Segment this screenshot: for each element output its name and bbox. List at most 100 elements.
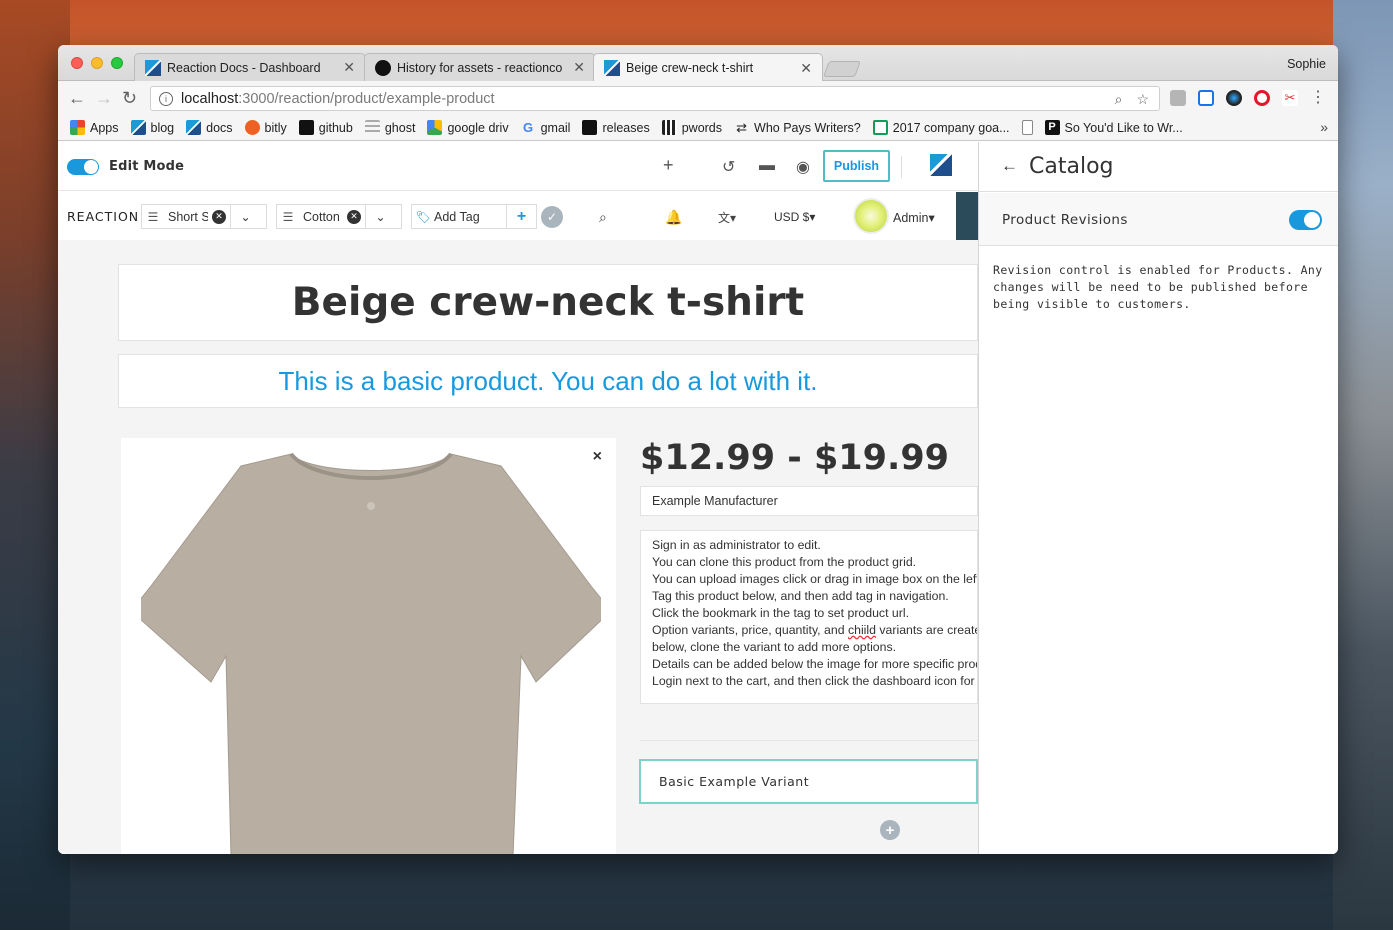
vendor-field[interactable]: Example Manufacturer bbox=[640, 486, 978, 516]
pwords-icon bbox=[661, 120, 677, 135]
screenshot-extension-icon[interactable] bbox=[1198, 90, 1214, 106]
scissors-extension-icon[interactable]: ✂ bbox=[1282, 90, 1298, 106]
ghost-icon bbox=[364, 120, 380, 135]
product-title[interactable]: Beige crew-neck t-shirt bbox=[118, 264, 978, 341]
bookmark-label: ghost bbox=[384, 120, 416, 135]
new-tab-button[interactable] bbox=[823, 61, 861, 77]
product-image-tshirt bbox=[141, 452, 601, 854]
zoom-window-button[interactable] bbox=[111, 57, 123, 69]
bookmark-releases[interactable]: releases bbox=[582, 120, 650, 135]
browser-window: Reaction Docs - Dashboard ✕ History for … bbox=[58, 45, 1338, 854]
back-arrow-icon[interactable]: ← bbox=[1001, 156, 1018, 176]
edit-mode-toggle[interactable] bbox=[67, 159, 99, 175]
confirm-check-icon[interactable]: ✓ bbox=[541, 206, 563, 228]
hamburger-icon[interactable]: ☰ bbox=[277, 210, 299, 224]
add-tag-field[interactable]: 🏷 Add Tag + bbox=[411, 204, 537, 229]
notifications-bell-icon[interactable]: 🔔 bbox=[665, 209, 682, 226]
bookmark-google-drive[interactable]: google driv bbox=[427, 120, 509, 135]
bookmark-label: bitly bbox=[264, 120, 287, 135]
tab-product[interactable]: Beige crew-neck t-shirt ✕ bbox=[593, 53, 823, 82]
close-icon[interactable]: ✕ bbox=[343, 59, 355, 76]
url-host: localhost bbox=[181, 90, 239, 107]
avatar[interactable] bbox=[853, 198, 889, 234]
bookmark-github[interactable]: github bbox=[298, 120, 353, 135]
remove-image-icon[interactable]: × bbox=[593, 448, 602, 466]
color-extension-icon[interactable] bbox=[1226, 90, 1242, 106]
archive-icon[interactable]: ▬ bbox=[759, 157, 775, 175]
bookmark-so-youd-like[interactable]: P So You'd Like to Wr... bbox=[1044, 120, 1183, 135]
reaction-icon bbox=[145, 59, 161, 76]
description-line: You can clone this product from the prod… bbox=[652, 555, 917, 569]
tag-label[interactable]: Short Sl bbox=[164, 210, 208, 224]
tab-reaction-docs[interactable]: Reaction Docs - Dashboard ✕ bbox=[134, 53, 366, 81]
profile-name[interactable]: Sophie bbox=[1287, 57, 1326, 71]
product-image-gallery[interactable]: × bbox=[121, 438, 616, 854]
google-drive-icon bbox=[427, 120, 443, 135]
visibility-icon[interactable]: ◉ bbox=[796, 157, 810, 177]
bookmark-bitly[interactable]: bitly bbox=[244, 120, 287, 135]
variant-item[interactable]: Basic Example Variant bbox=[639, 759, 978, 804]
description-field[interactable]: Sign in as administrator to edit. You ca… bbox=[640, 530, 978, 704]
bookmark-ghost[interactable]: ghost bbox=[364, 120, 416, 135]
product-revisions-toggle[interactable] bbox=[1289, 210, 1322, 230]
bookmark-pwords[interactable]: pwords bbox=[661, 120, 722, 135]
publish-button[interactable]: Publish bbox=[823, 150, 890, 182]
panel-header: ← Catalog bbox=[979, 142, 1338, 192]
bookmark-page[interactable] bbox=[1021, 120, 1033, 135]
sheets-icon bbox=[872, 120, 888, 135]
forward-arrow-icon[interactable]: → bbox=[95, 88, 113, 109]
cart-button[interactable] bbox=[956, 192, 978, 240]
main-navigation: REACTION ☰ Short Sl ✕ ⌄ ☰ Cotton ✕ ⌄ 🏷 A… bbox=[58, 192, 978, 240]
product-subtitle[interactable]: This is a basic product. You can do a lo… bbox=[118, 354, 978, 408]
reaction-logo-icon[interactable] bbox=[930, 154, 952, 176]
info-icon[interactable]: i bbox=[159, 91, 173, 106]
add-icon[interactable]: + bbox=[663, 155, 674, 176]
currency-selector[interactable]: USD $▾ bbox=[774, 210, 815, 224]
description-line: Tag this product below, and then add tag… bbox=[652, 589, 949, 603]
add-tag-plus-icon[interactable]: + bbox=[506, 205, 536, 228]
close-window-button[interactable] bbox=[71, 57, 83, 69]
bookmark-label: 2017 company goa... bbox=[892, 120, 1010, 135]
tab-github-history[interactable]: History for assets - reactionco ✕ bbox=[364, 53, 596, 81]
chevron-down-icon[interactable]: ⌄ bbox=[365, 205, 395, 228]
undo-icon[interactable]: ↺ bbox=[722, 157, 735, 177]
zoom-icon[interactable]: ⌕ bbox=[1115, 91, 1123, 108]
caret-down-icon: ▾ bbox=[809, 210, 816, 224]
bookmark-company-goals[interactable]: 2017 company goa... bbox=[872, 120, 1010, 135]
address-bar[interactable]: i localhost:3000/reaction/product/exampl… bbox=[150, 86, 1160, 111]
bookmark-who-pays-writers[interactable]: ⇄ Who Pays Writers? bbox=[734, 120, 861, 135]
description-line: below, clone the variant to add more opt… bbox=[652, 640, 897, 654]
hamburger-icon[interactable]: ☰ bbox=[142, 210, 164, 224]
add-tag-input[interactable]: Add Tag bbox=[434, 210, 480, 224]
user-menu[interactable]: Admin▾ bbox=[893, 210, 935, 225]
close-icon[interactable]: ✕ bbox=[573, 59, 585, 76]
camera-extension-icon[interactable] bbox=[1170, 90, 1186, 106]
tag-label[interactable]: Cotton bbox=[299, 210, 343, 224]
tag-item-short-sleeve[interactable]: ☰ Short Sl ✕ ⌄ bbox=[141, 204, 267, 229]
bookmark-gmail[interactable]: Ggmail bbox=[521, 120, 570, 135]
bookmark-apps[interactable]: Apps bbox=[70, 120, 119, 135]
description-line: Sign in as administrator to edit. bbox=[652, 538, 821, 552]
opera-extension-icon[interactable] bbox=[1254, 90, 1270, 106]
remove-tag-icon[interactable]: ✕ bbox=[212, 209, 226, 224]
chevron-down-icon[interactable]: ⌄ bbox=[230, 205, 260, 228]
reload-icon[interactable]: ↻ bbox=[122, 88, 137, 109]
tag-item-cotton[interactable]: ☰ Cotton ✕ ⌄ bbox=[276, 204, 402, 229]
minimize-window-button[interactable] bbox=[91, 57, 103, 69]
bookmark-docs[interactable]: docs bbox=[186, 120, 233, 135]
arrows-icon: ⇄ bbox=[736, 120, 747, 135]
bookmarks-overflow-icon[interactable]: » bbox=[1320, 119, 1328, 135]
language-icon[interactable]: 文▾ bbox=[718, 209, 736, 226]
product-price: $12.99 - $19.99 bbox=[640, 438, 950, 478]
back-arrow-icon[interactable]: ← bbox=[68, 88, 86, 109]
add-variant-icon[interactable]: + bbox=[880, 820, 900, 840]
remove-tag-icon[interactable]: ✕ bbox=[347, 209, 361, 224]
close-icon[interactable]: ✕ bbox=[800, 60, 812, 77]
menu-kebab-icon[interactable]: ⋮ bbox=[1310, 90, 1326, 106]
shop-name[interactable]: REACTION bbox=[67, 209, 139, 224]
bookmark-star-icon[interactable]: ☆ bbox=[1136, 91, 1149, 108]
bookmark-blog[interactable]: blog bbox=[130, 120, 174, 135]
bookmark-label: releases bbox=[602, 120, 650, 135]
search-icon[interactable]: ⌕ bbox=[599, 209, 607, 226]
reaction-icon bbox=[604, 60, 620, 76]
